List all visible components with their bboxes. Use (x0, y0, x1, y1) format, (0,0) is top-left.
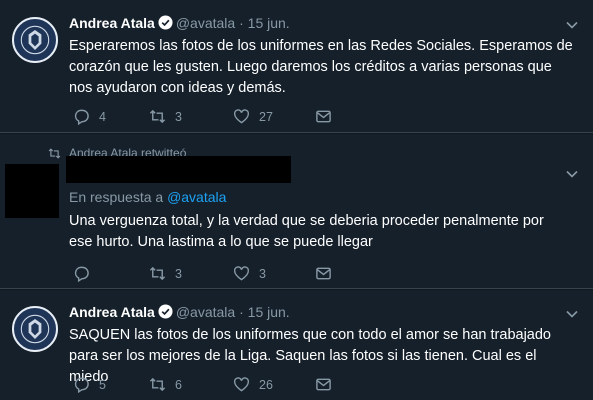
reply-button[interactable]: 5 (73, 376, 106, 393)
tweet-header: Andrea Atala @avatala · 15 jun. (69, 304, 290, 322)
tweet-actions: 3 3 (73, 265, 373, 283)
retweet-icon (149, 109, 166, 124)
club-crest-icon (15, 309, 55, 349)
tweet-date[interactable]: 15 jun. (248, 15, 290, 31)
reply-context: En respuesta a @avatala (69, 189, 226, 205)
direct-message-icon (316, 267, 331, 280)
reply-mention[interactable]: @avatala (167, 189, 226, 205)
avatar-redacted[interactable] (5, 164, 59, 218)
direct-message-button[interactable] (315, 108, 341, 125)
author-handle[interactable]: @avatala (176, 304, 235, 320)
tweet-text: Una verguenza total, y la verdad que se … (69, 213, 544, 250)
reply-button[interactable]: 4 (73, 108, 106, 125)
direct-message-icon (316, 110, 331, 123)
retweet-button[interactable]: 3 (149, 265, 182, 282)
chevron-down-icon[interactable] (565, 307, 579, 321)
chevron-down-icon[interactable] (565, 18, 579, 32)
reply-icon (74, 377, 89, 393)
separator: · (239, 304, 244, 320)
tweet-date[interactable]: 15 jun. (248, 304, 290, 320)
retweet-button[interactable]: 6 (149, 376, 182, 393)
like-button[interactable]: 3 (233, 265, 266, 282)
retweet-count: 6 (175, 377, 182, 392)
verified-badge-icon (158, 304, 173, 322)
reply-button[interactable] (73, 265, 99, 282)
retweet-icon (149, 266, 166, 281)
reply-icon (74, 266, 89, 282)
reply-count: 4 (99, 109, 106, 124)
avatar-motagua[interactable] (12, 306, 58, 352)
club-crest-icon (15, 20, 55, 60)
tweet-card[interactable]: Andrea Atala retwitteó En respuesta a @a… (0, 134, 593, 289)
author-handle[interactable]: @avatala (176, 15, 235, 31)
retweet-count: 3 (175, 266, 182, 281)
retweet-count: 3 (175, 109, 182, 124)
direct-message-icon (316, 378, 331, 391)
chevron-down-icon[interactable] (565, 167, 579, 181)
like-count: 26 (259, 377, 273, 392)
verified-badge-icon (158, 15, 173, 33)
reply-count: 5 (99, 377, 106, 392)
like-icon (233, 377, 250, 392)
tweet-card[interactable]: Andrea Atala @avatala · 15 jun. Esperarem… (0, 0, 593, 133)
author-name[interactable]: Andrea Atala (69, 15, 155, 31)
separator: · (239, 15, 244, 31)
retweet-icon (149, 377, 166, 392)
like-icon (233, 266, 250, 281)
retweet-icon (48, 147, 61, 159)
like-count: 27 (259, 109, 273, 124)
retweet-button[interactable]: 3 (149, 108, 182, 125)
reply-prefix: En respuesta a (69, 189, 164, 205)
reply-icon (74, 109, 89, 125)
like-button[interactable]: 27 (233, 108, 273, 125)
tweet-text: Esperaremos las fotos de los uniformes e… (69, 38, 573, 96)
author-name[interactable]: Andrea Atala (69, 304, 155, 320)
direct-message-button[interactable] (315, 376, 341, 393)
tweet-card[interactable]: Andrea Atala @avatala · 15 jun. SAQUEN la… (0, 290, 593, 400)
like-icon (233, 109, 250, 124)
direct-message-button[interactable] (315, 265, 341, 282)
tweet-actions: 4 3 27 (73, 108, 373, 126)
like-button[interactable]: 26 (233, 376, 273, 393)
tweet-actions: 5 6 26 (73, 376, 373, 394)
tweet-header: Andrea Atala @avatala · 15 jun. (69, 15, 290, 33)
like-count: 3 (259, 266, 266, 281)
redacted-author (66, 156, 291, 183)
avatar-motagua[interactable] (12, 17, 58, 63)
